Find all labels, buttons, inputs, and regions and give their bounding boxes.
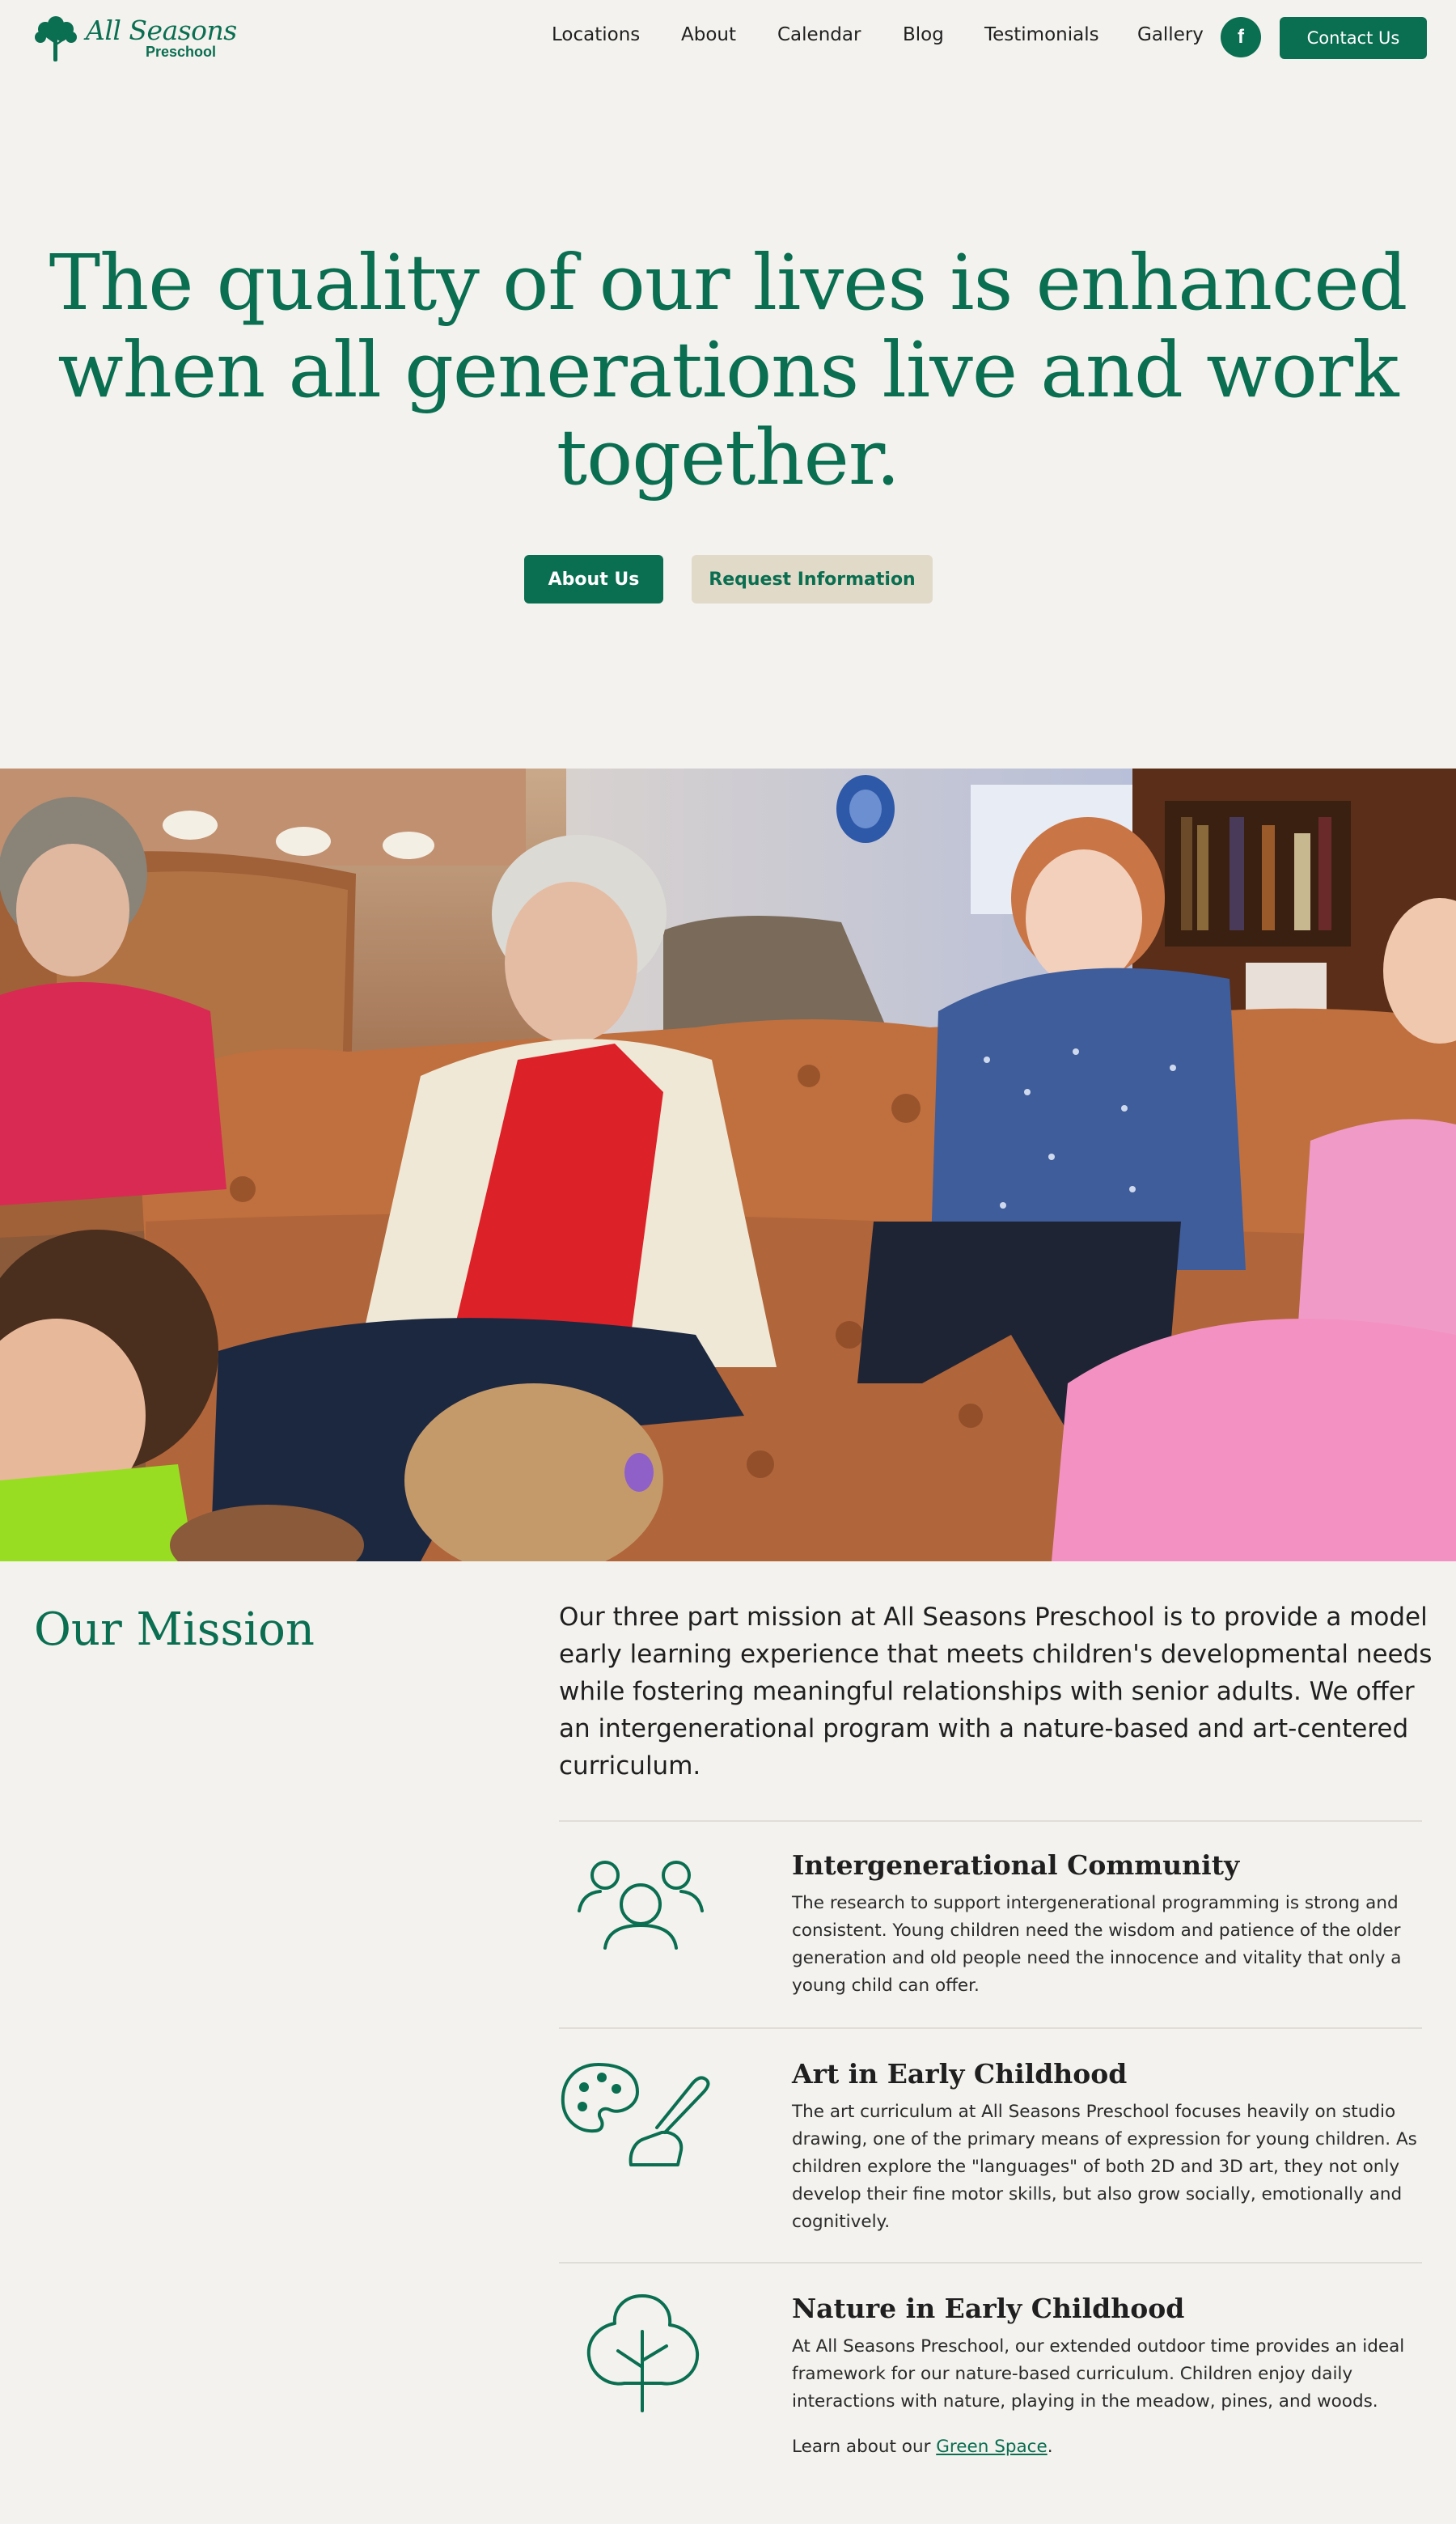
contact-us-button[interactable]: Contact Us [1280, 17, 1427, 59]
divider [559, 2027, 1422, 2029]
mission-intro: Our three part mission at All Seasons Pr… [559, 1603, 1433, 1781]
palette-brush-icon [561, 2063, 710, 2166]
facebook-icon[interactable]: f [1221, 17, 1261, 57]
logo[interactable]: All Seasons Preschool [29, 13, 237, 63]
request-information-button[interactable]: Request Information [692, 555, 933, 603]
mission-title: Our Mission [34, 1603, 315, 1656]
logo-script-text: All Seasons [86, 15, 237, 46]
feature-title-art: Art in Early Childhood [792, 2058, 1128, 2090]
logo-subtitle: Preschool [146, 44, 217, 60]
divider [559, 1820, 1422, 1822]
hero-photo [0, 769, 1456, 1561]
feature-title-intergenerational: Intergenerational Community [792, 1849, 1240, 1881]
hero-heading-line-3: together. [556, 413, 900, 502]
nav-item-about[interactable]: About [681, 24, 736, 45]
nav-item-gallery[interactable]: Gallery [1137, 24, 1204, 45]
hero-heading-line-2: when all generations live and work [57, 326, 1399, 415]
green-space-suffix: . [1047, 2437, 1053, 2457]
site-header: All Seasons Preschool Locations About Ca… [0, 0, 1456, 74]
people-icon [578, 1861, 704, 1950]
facebook-glyph: f [1238, 26, 1244, 48]
feature-body-art: The art curriculum at All Seasons Presch… [792, 2102, 1417, 2232]
hero-heading-line-1: The quality of our lives is enhanced [49, 239, 1408, 328]
feature-title-nature: Nature in Early Childhood [792, 2293, 1185, 2324]
feature-body-nature: At All Seasons Preschool, our extended o… [792, 2336, 1405, 2412]
green-space-link[interactable]: Green Space [936, 2437, 1047, 2457]
about-us-button[interactable]: About Us [524, 555, 663, 603]
nav-item-testimonials[interactable]: Testimonials [984, 24, 1099, 45]
nav-item-calendar[interactable]: Calendar [777, 24, 861, 45]
green-space-line: Learn about our Green Space. [792, 2433, 1431, 2461]
nav-item-locations[interactable]: Locations [552, 24, 640, 45]
divider [559, 2262, 1422, 2264]
hero-heading: The quality of our lives is enhanced whe… [0, 239, 1456, 502]
photo-illustration [0, 769, 1456, 1561]
tree-icon [586, 2294, 700, 2412]
tree-logo-icon [35, 16, 77, 61]
feature-body-intergenerational: The research to support intergenerationa… [792, 1893, 1402, 1996]
nav-item-blog[interactable]: Blog [903, 24, 944, 45]
green-space-prefix: Learn about our [792, 2437, 937, 2457]
